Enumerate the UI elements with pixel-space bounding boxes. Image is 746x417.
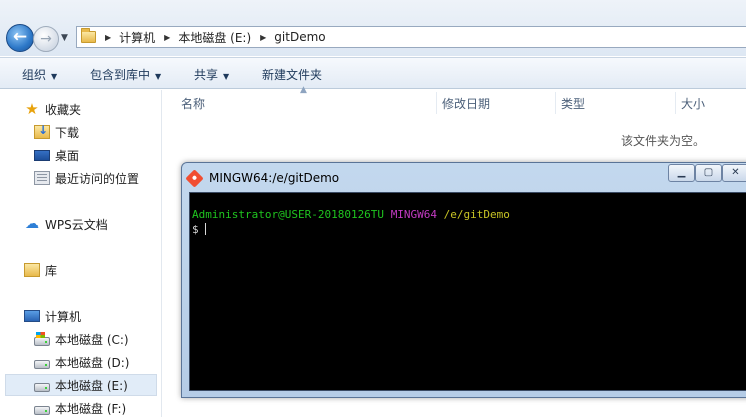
column-divider[interactable]: [555, 92, 556, 114]
nav-computer[interactable]: 计算机: [24, 305, 186, 327]
nav-recent-label: 最近访问的位置: [55, 171, 140, 186]
nav-computer-label: 计算机: [45, 309, 82, 324]
share-button[interactable]: 共享 ▼: [194, 66, 229, 83]
column-header-name[interactable]: 名称: [181, 95, 205, 112]
terminal-screen[interactable]: Administrator@USER-20180126TU MINGW64 /e…: [189, 192, 746, 391]
chevron-down-icon: ▼: [155, 72, 162, 81]
terminal-title-bar[interactable]: MINGW64:/e/gitDemo: [185, 168, 340, 188]
terminal-window[interactable]: MINGW64:/e/gitDemo ▁ ▢ ✕ Administrator@U…: [181, 162, 746, 398]
maximize-button[interactable]: ▢: [695, 164, 722, 182]
cloud-icon: ☁: [25, 216, 39, 232]
prompt-symbol: $: [192, 223, 199, 236]
recent-places-icon: [34, 171, 50, 185]
organize-menu-button[interactable]: 组织 ▼: [22, 66, 57, 83]
organize-label: 组织: [22, 68, 47, 82]
nav-favorites-label: 收藏夹: [45, 102, 82, 117]
share-label: 共享: [194, 68, 219, 82]
terminal-input-line[interactable]: $: [192, 223, 206, 236]
breadcrumb-gitdemo[interactable]: gitDemo: [274, 30, 325, 44]
command-toolbar: 组织 ▼ 包含到库中 ▼ 共享 ▼ 新建文件夹: [0, 57, 746, 89]
column-divider[interactable]: [675, 92, 676, 114]
text-cursor: [204, 223, 206, 235]
nav-recent-places[interactable]: 最近访问的位置: [34, 167, 196, 189]
column-header-date[interactable]: 修改日期: [442, 95, 490, 112]
include-in-library-button[interactable]: 包含到库中 ▼: [90, 66, 161, 83]
system-drive-icon: [34, 331, 50, 346]
desktop-icon: [34, 149, 50, 161]
drive-icon: [34, 382, 50, 392]
empty-folder-message: 该文件夹为空。: [621, 134, 706, 148]
terminal-prompt-line: Administrator@USER-20180126TU MINGW64 /e…: [192, 208, 510, 221]
breadcrumb-computer[interactable]: 计算机: [119, 29, 155, 46]
nav-downloads-label: 下载: [55, 125, 80, 140]
back-button[interactable]: ←: [6, 24, 34, 52]
maximize-icon: ▢: [703, 167, 714, 178]
address-bar-row: ← → ▼ ▶ 计算机 ▶ 本地磁盘 (E:) ▶ gitDemo: [0, 0, 746, 56]
minimize-icon: ▁: [677, 167, 686, 178]
include-in-library-label: 包含到库中: [90, 68, 151, 82]
address-box[interactable]: ▶ 计算机 ▶ 本地磁盘 (E:) ▶ gitDemo: [76, 26, 746, 48]
prompt-path: /e/gitDemo: [443, 208, 510, 221]
nav-drive-c-label: 本地磁盘 (C:): [55, 332, 129, 347]
recent-pages-dropdown[interactable]: ▼: [61, 32, 71, 44]
nav-wps-cloud-label: WPS云文档: [45, 217, 108, 232]
close-icon: ✕: [731, 167, 740, 178]
nav-desktop-label: 桌面: [55, 148, 80, 163]
nav-downloads[interactable]: 下载: [34, 121, 196, 143]
breadcrumb-separator-icon[interactable]: ▶: [260, 33, 266, 42]
navigation-pane: ★ 收藏夹 下载 桌面 最近访问的位置 ☁ WPS云文档 库 计算机 本地磁盘 …: [0, 90, 162, 417]
chevron-down-icon: ▼: [51, 72, 58, 81]
drive-icon: [34, 359, 50, 369]
chevron-down-icon: ▼: [223, 72, 230, 81]
terminal-title: MINGW64:/e/gitDemo: [209, 171, 340, 185]
nav-favorites[interactable]: ★ 收藏夹: [24, 98, 186, 120]
folder-icon: [81, 28, 96, 43]
new-folder-button[interactable]: 新建文件夹: [262, 66, 322, 83]
breadcrumb-drive-e[interactable]: 本地磁盘 (E:): [178, 29, 251, 46]
prompt-user-host: Administrator@USER-20180126TU: [192, 208, 385, 221]
nav-drive-e-label: 本地磁盘 (E:): [55, 378, 128, 393]
nav-desktop[interactable]: 桌面: [34, 144, 196, 166]
back-arrow-icon: ←: [12, 27, 28, 47]
nav-drive-c[interactable]: 本地磁盘 (C:): [34, 328, 196, 350]
forward-button[interactable]: →: [33, 26, 59, 52]
nav-drive-d-label: 本地磁盘 (D:): [55, 355, 130, 370]
column-divider[interactable]: [436, 92, 437, 114]
prompt-environment: MINGW64: [390, 208, 438, 221]
nav-drive-d[interactable]: 本地磁盘 (D:): [34, 351, 196, 373]
chevron-down-icon: ▼: [61, 33, 68, 43]
downloads-folder-icon: [34, 123, 50, 139]
nav-drive-f[interactable]: 本地磁盘 (F:): [34, 397, 196, 417]
star-icon: ★: [25, 100, 39, 118]
column-header-type[interactable]: 类型: [561, 95, 585, 112]
close-button[interactable]: ✕: [722, 164, 746, 182]
nav-libraries[interactable]: 库: [24, 259, 186, 281]
minimize-button[interactable]: ▁: [668, 164, 695, 182]
nav-libraries-label: 库: [45, 263, 58, 278]
drive-icon: [34, 405, 50, 415]
new-folder-label: 新建文件夹: [262, 68, 323, 82]
computer-icon: [24, 310, 40, 322]
column-header-size[interactable]: 大小: [681, 95, 705, 112]
git-icon: [185, 168, 204, 188]
nav-drive-f-label: 本地磁盘 (F:): [55, 401, 127, 416]
library-icon: [24, 263, 40, 277]
nav-drive-e[interactable]: 本地磁盘 (E:): [5, 374, 157, 396]
nav-wps-cloud[interactable]: ☁ WPS云文档: [24, 213, 186, 235]
forward-arrow-icon: →: [40, 31, 52, 47]
breadcrumb-separator-icon[interactable]: ▶: [105, 33, 111, 42]
sort-ascending-icon: ▲: [300, 85, 307, 95]
breadcrumb-separator-icon[interactable]: ▶: [164, 33, 170, 42]
